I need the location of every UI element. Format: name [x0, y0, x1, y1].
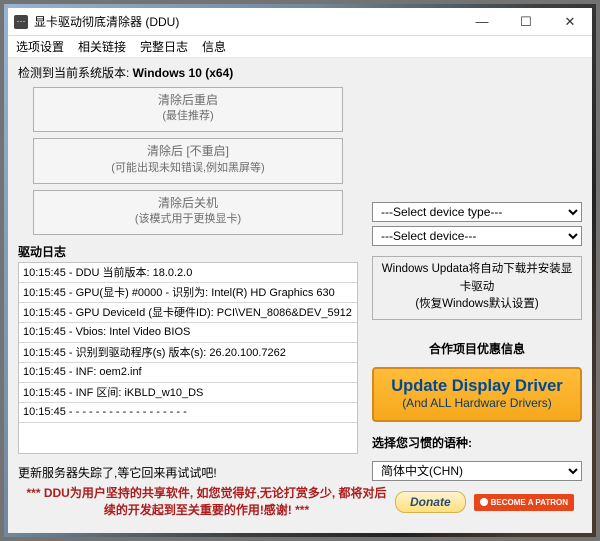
log-row: 10:15:45 - Vbios: Intel Video BIOS: [19, 323, 357, 343]
log-row: 10:15:45 - INF 区间: iKBLD_w10_DS: [19, 383, 357, 403]
clean-restart-button[interactable]: 清除后重启 (最佳推荐): [33, 87, 343, 132]
footer-text: *** DDU为用户坚持的共享软件, 如您觉得好,无论打赏多少, 都将对后续的开…: [26, 485, 387, 519]
donate-button[interactable]: Donate: [395, 491, 466, 513]
os-detect-line: 检测到当前系统版本: Windows 10 (x64): [18, 64, 582, 81]
menu-options[interactable]: 选项设置: [16, 38, 64, 55]
minimize-button[interactable]: —: [460, 8, 504, 36]
patreon-button[interactable]: BECOME A PATRON: [474, 494, 574, 511]
clean-shutdown-button[interactable]: 清除后关机 (该模式用于更换显卡): [33, 190, 343, 235]
footer: *** DDU为用户坚持的共享软件, 如您觉得好,无论打赏多少, 都将对后续的开…: [18, 481, 582, 525]
log-row: 10:15:45 - - - - - - - - - - - - - - - -…: [19, 403, 357, 423]
promo-title: 合作项目优惠信息: [372, 340, 582, 357]
log-row: 10:15:45 - 识别到驱动程序(s) 版本(s): 26.20.100.7…: [19, 343, 357, 363]
log-section-label: 驱动日志: [18, 243, 358, 260]
close-button[interactable]: ✕: [548, 8, 592, 36]
menu-fulllog[interactable]: 完整日志: [140, 38, 188, 55]
log-row: 10:15:45 - DDU 当前版本: 18.0.2.0: [19, 263, 357, 283]
maximize-button[interactable]: ☐: [504, 8, 548, 36]
menubar: 选项设置 相关链接 完整日志 信息: [8, 36, 592, 58]
windows-update-button[interactable]: Windows Updata将自动下载并安装显卡驱动 (恢复Windows默认设…: [372, 256, 582, 320]
titlebar: ⋯ 显卡驱动彻底清除器 (DDU) — ☐ ✕: [8, 8, 592, 36]
language-label: 选择您习惯的语种:: [372, 434, 582, 451]
app-icon: ⋯: [14, 15, 28, 29]
log-row: 10:15:45 - GPU DeviceId (显卡硬件ID): PCI\VE…: [19, 303, 357, 323]
log-row: 10:15:45 - GPU(显卡) #0000 - 识别为: Intel(R)…: [19, 283, 357, 303]
language-select[interactable]: 简体中文(CHN): [372, 461, 582, 481]
log-row: 10:15:45 - INF: oem2.inf: [19, 363, 357, 383]
log-list[interactable]: 10:15:45 - DDU 当前版本: 18.0.2.0 10:15:45 -…: [18, 262, 358, 454]
device-type-select[interactable]: ---Select device type---: [372, 202, 582, 222]
menu-info[interactable]: 信息: [202, 38, 226, 55]
clean-norestart-button[interactable]: 清除后 [不重启] (可能出现未知错误,例如黑屏等): [33, 138, 343, 183]
window-title: 显卡驱动彻底清除器 (DDU): [34, 13, 179, 30]
device-select[interactable]: ---Select device---: [372, 226, 582, 246]
menu-links[interactable]: 相关链接: [78, 38, 126, 55]
update-display-driver-button[interactable]: Update Display Driver (And ALL Hardware …: [372, 367, 582, 422]
status-line: 更新服务器失踪了,等它回来再试试吧!: [18, 464, 358, 481]
